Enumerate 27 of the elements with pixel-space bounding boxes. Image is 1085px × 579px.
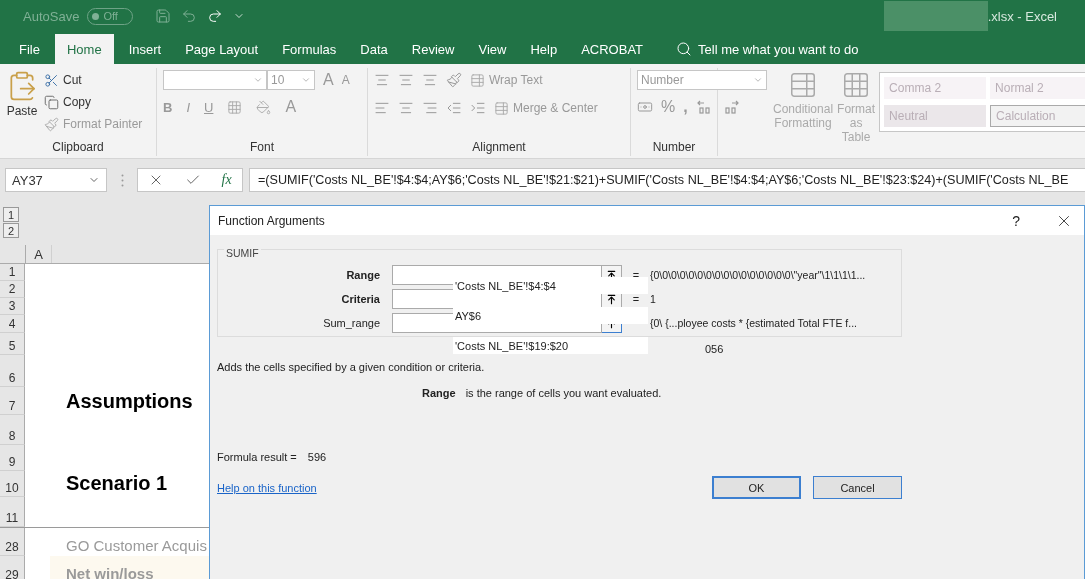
argument-value-tooltip: 'Costs NL_BE'!$4:$4 bbox=[453, 277, 648, 294]
formula-result-label: Formula result = bbox=[217, 451, 297, 463]
dialog-title: Function Arguments bbox=[218, 213, 325, 228]
group-label: Number bbox=[651, 140, 697, 156]
window-title: .xlsx - Excel bbox=[987, 8, 1057, 24]
argument-value-tooltip: AY$6 bbox=[453, 307, 648, 324]
group-label: Font bbox=[249, 140, 275, 156]
cell-text: GO Customer Acquis bbox=[66, 536, 208, 556]
cell-text: Assumptions bbox=[66, 389, 194, 414]
group-legend: SUMIF bbox=[224, 247, 261, 259]
argument-result: 1 bbox=[650, 293, 657, 305]
argument-value-tooltip: 'Costs NL_BE'!$19:$20 bbox=[453, 337, 648, 354]
argument-description: is the range of cells you want evaluated. bbox=[465, 387, 662, 399]
group-label: Clipboard bbox=[51, 140, 105, 156]
formula-result-value: 596 bbox=[307, 451, 327, 463]
argument-result: {0\0\0\0\0\0\0\0\0\0\0\0\0\0\0\0\"year"\1\1\1\1... bbox=[650, 269, 867, 281]
tell-me-text: Tell me what you want to do bbox=[698, 41, 859, 57]
argument-label: Criteria bbox=[340, 293, 381, 305]
formula-value: 056 bbox=[705, 343, 725, 356]
argument-name: Range bbox=[422, 387, 456, 399]
autosave-label: AutoSave bbox=[23, 8, 80, 24]
argument-label: Sum_range bbox=[322, 317, 381, 329]
equals-sign: = bbox=[631, 293, 641, 305]
function-description: Adds the cells specified by a given condition or criteria. bbox=[217, 361, 486, 373]
argument-label: Range bbox=[345, 269, 381, 281]
argument-result: {0\ {...ployee costs * {estimated Total FTE f... bbox=[650, 317, 858, 329]
group-label: Alignment bbox=[471, 140, 527, 156]
